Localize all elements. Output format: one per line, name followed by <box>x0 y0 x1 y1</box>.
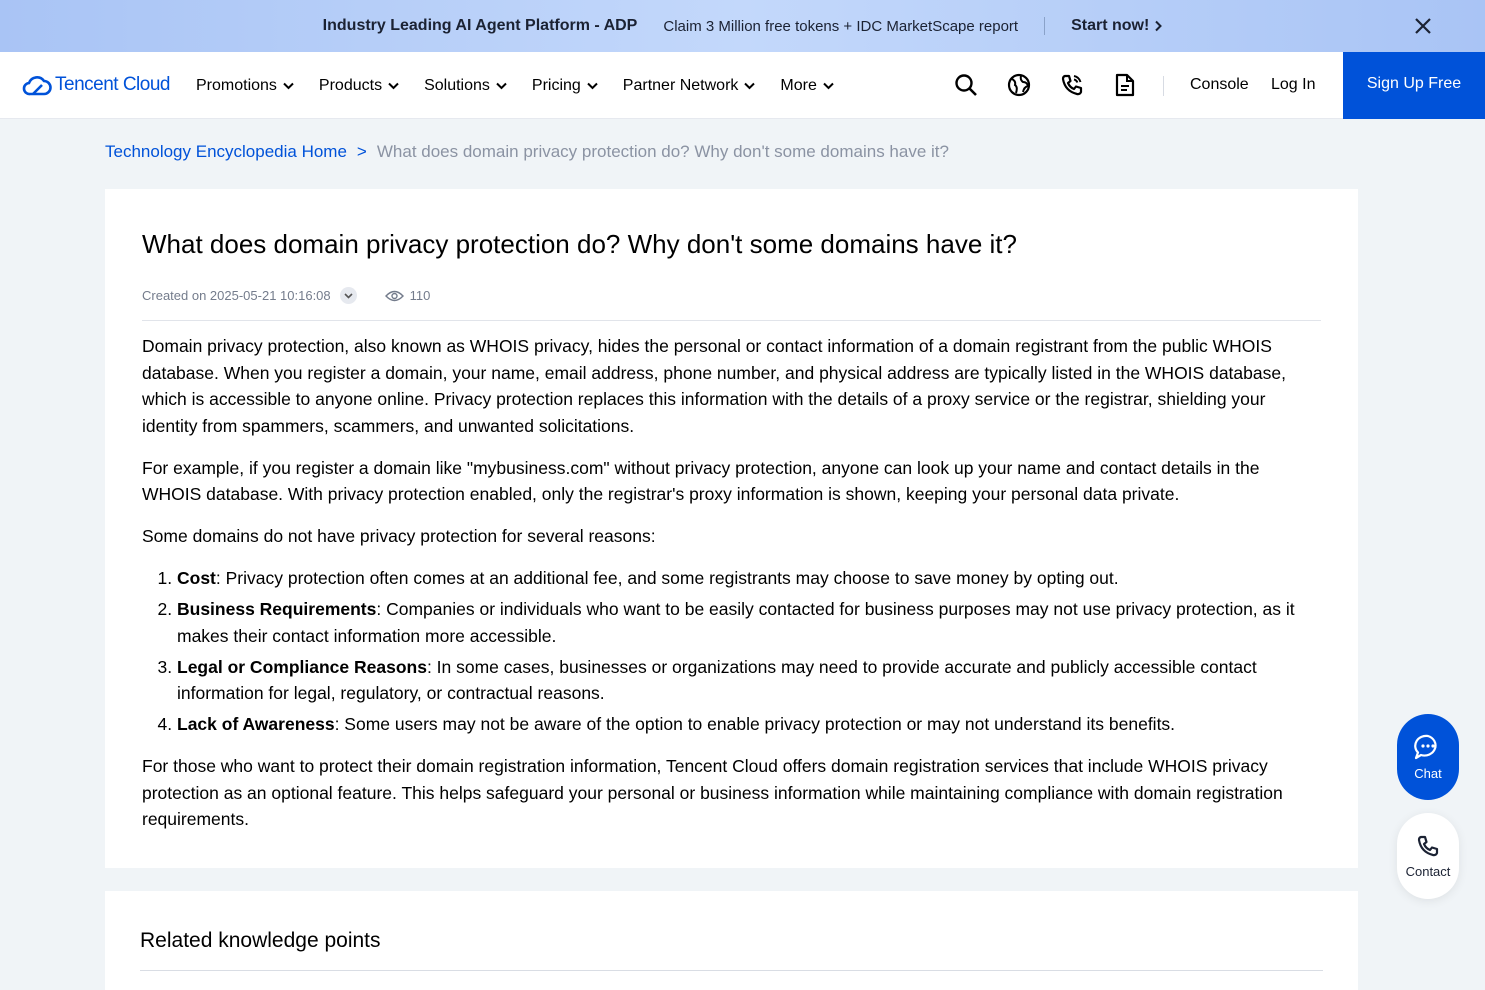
related-card: Related knowledge points <box>105 891 1358 990</box>
article-paragraph: Some domains do not have privacy protect… <box>142 526 656 546</box>
menu-partner-network[interactable]: Partner Network <box>623 77 756 95</box>
view-count: 110 <box>384 288 431 303</box>
view-count-value: 110 <box>409 288 431 303</box>
chevron-down-icon <box>496 82 507 89</box>
list-item: Business Requirements: Companies or indi… <box>177 596 1322 649</box>
breadcrumb-home-link[interactable]: Technology Encyclopedia Home <box>105 142 347 162</box>
menu-promotions[interactable]: Promotions <box>196 77 294 95</box>
breadcrumb-current: What does domain privacy protection do? … <box>376 142 949 161</box>
article-paragraph: Domain privacy protection, also known as… <box>142 336 1286 436</box>
reason-term: Lack of Awareness <box>177 714 335 734</box>
menu-solutions[interactable]: Solutions <box>424 77 507 95</box>
promo-divider <box>1044 17 1046 35</box>
list-item: Lack of Awareness: Some users may not be… <box>177 711 1322 738</box>
close-icon[interactable] <box>1413 16 1433 36</box>
documentation-button[interactable] <box>1112 72 1138 98</box>
login-link[interactable]: Log In <box>1271 76 1315 94</box>
nav-icon-group <box>953 72 1165 98</box>
breadcrumb-separator: > <box>356 142 367 161</box>
related-title: Related knowledge points <box>140 929 381 952</box>
chevron-down-icon <box>388 82 399 89</box>
reason-term: Cost <box>177 568 216 588</box>
chat-label: Chat <box>1414 765 1442 781</box>
title-divider <box>142 320 1321 321</box>
article-body: Domain privacy protection, also known as… <box>142 333 1322 848</box>
language-button[interactable] <box>1006 72 1032 98</box>
reasons-list: Cost: Privacy protection often comes at … <box>177 565 1322 738</box>
created-date: Created on 2025-05-21 10:16:08 <box>142 288 331 303</box>
promo-title[interactable]: Industry Leading AI Agent Platform - ADP <box>323 17 638 35</box>
chevron-right-icon <box>1155 20 1163 32</box>
article-title: What does domain privacy protection do? … <box>142 229 1017 259</box>
related-divider <box>140 970 1323 971</box>
breadcrumb: Technology Encyclopedia Home > What does… <box>105 142 949 162</box>
chat-button[interactable]: Chat <box>1397 714 1459 800</box>
article-paragraph: For example, if you register a domain li… <box>142 457 1260 505</box>
nav-divider <box>1163 76 1164 96</box>
menu-more[interactable]: More <box>780 76 834 95</box>
menu-pricing[interactable]: Pricing <box>532 77 598 95</box>
phone-icon <box>1417 835 1439 856</box>
menu-label: More <box>780 76 817 94</box>
chevron-down-icon <box>344 292 353 299</box>
chevron-down-icon <box>823 82 834 89</box>
promo-start-button[interactable]: Start now! <box>1071 17 1163 35</box>
contact-sales-button[interactable] <box>1059 72 1085 98</box>
search-icon <box>955 74 977 96</box>
globe-icon <box>1007 73 1031 97</box>
sign-up-button[interactable]: Sign Up Free <box>1343 52 1485 119</box>
contact-label: Contact <box>1405 863 1451 879</box>
main-menu: Promotions Products Solutions Pricing Pa… <box>196 52 859 119</box>
menu-label: Solutions <box>424 76 490 94</box>
contact-button[interactable]: Contact <box>1397 813 1459 899</box>
reason-term: Legal or Compliance Reasons <box>177 656 427 677</box>
article-paragraph: For those who want to protect their doma… <box>142 756 1283 829</box>
menu-label: Promotions <box>196 76 277 94</box>
history-dropdown-button[interactable] <box>339 287 357 304</box>
chevron-down-icon <box>744 82 756 89</box>
phone-icon <box>1061 74 1083 96</box>
menu-label: Pricing <box>531 76 581 94</box>
article-card: What does domain privacy protection do? … <box>105 189 1358 868</box>
menu-label: Partner Network <box>622 76 739 94</box>
list-item: Legal or Compliance Reasons: In some cas… <box>177 654 1322 707</box>
chevron-down-icon <box>283 82 294 89</box>
menu-label: Products <box>318 76 383 94</box>
chat-icon <box>1414 734 1437 759</box>
reason-term: Business Requirements <box>177 599 377 619</box>
document-icon <box>1115 73 1135 97</box>
top-navigation: Tencent Cloud Promotions Products Soluti… <box>0 52 1485 119</box>
reason-text: : Some users may not be aware of the opt… <box>334 714 1176 734</box>
search-button[interactable] <box>953 72 979 98</box>
article-meta: Created on 2025-05-21 10:16:08 110 <box>142 287 430 304</box>
tencent-cloud-logo[interactable]: Tencent Cloud <box>22 74 170 96</box>
promo-subtitle[interactable]: Claim 3 Million free tokens + IDC Market… <box>663 18 1018 35</box>
promo-banner: Industry Leading AI Agent Platform - ADP… <box>0 0 1485 52</box>
menu-products[interactable]: Products <box>319 77 399 95</box>
logo-text: Tencent Cloud <box>55 74 170 95</box>
console-link[interactable]: Console <box>1190 76 1249 94</box>
reason-text: : Privacy protection often comes at an a… <box>215 568 1119 588</box>
cloud-logo-icon <box>22 76 52 96</box>
eye-icon <box>384 290 404 301</box>
list-item: Cost: Privacy protection often comes at … <box>177 565 1322 592</box>
promo-start-label: Start now! <box>1071 17 1150 34</box>
chevron-down-icon <box>587 82 598 89</box>
